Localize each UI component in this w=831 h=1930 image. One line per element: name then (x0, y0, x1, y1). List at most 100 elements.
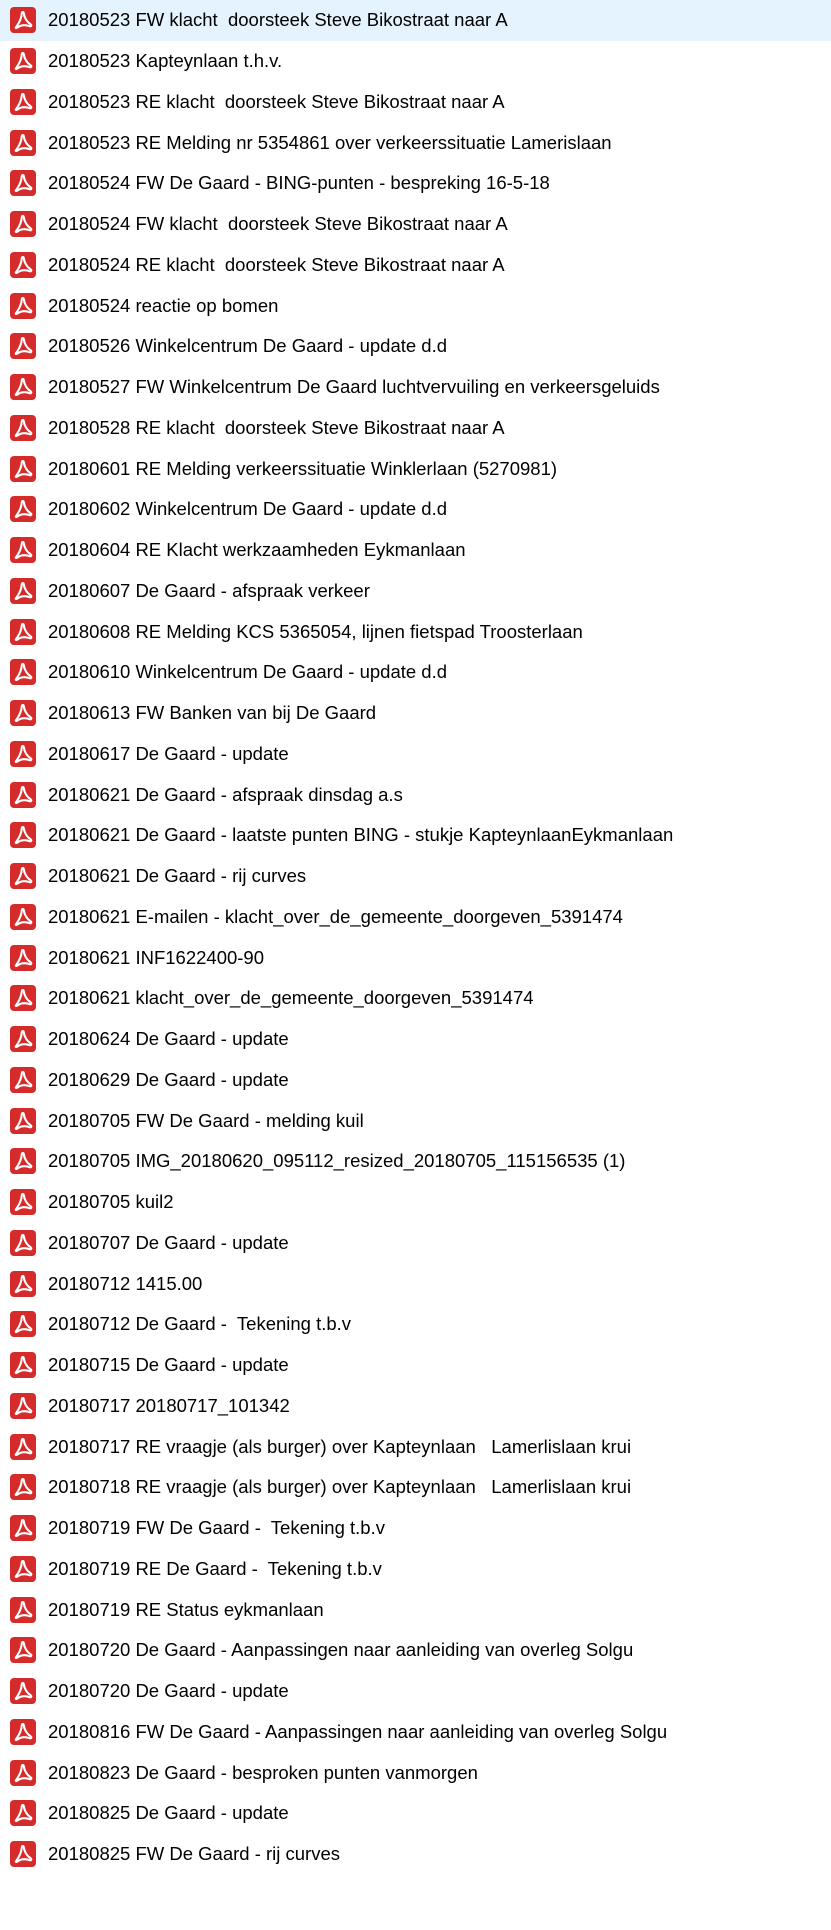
file-list-item[interactable]: 20180621 De Gaard - rij curves (0, 856, 831, 897)
file-list-item[interactable]: 20180528 RE klacht doorsteek Steve Bikos… (0, 408, 831, 449)
file-list-item[interactable]: 20180610 Winkelcentrum De Gaard - update… (0, 652, 831, 693)
pdf-file-icon (10, 129, 36, 156)
file-list-item[interactable]: 20180601 RE Melding verkeerssituatie Win… (0, 448, 831, 489)
file-name: 20180712 De Gaard - Tekening t.b.v (48, 1313, 352, 1335)
pdf-file-icon (10, 1474, 36, 1501)
pdf-file-icon (10, 333, 36, 360)
file-list-item[interactable]: 20180526 Winkelcentrum De Gaard - update… (0, 326, 831, 367)
file-name: 20180705 kuil2 (48, 1190, 174, 1212)
file-list-item[interactable]: 20180524 reactie op bomen (0, 285, 831, 326)
pdf-file-icon (10, 1189, 36, 1216)
file-list-item[interactable]: 20180523 Kapteynlaan t.h.v. (0, 41, 831, 82)
file-list-item[interactable]: 20180527 FW Winkelcentrum De Gaard lucht… (0, 367, 831, 408)
file-list-item[interactable]: 20180705 FW De Gaard - melding kuil (0, 1100, 831, 1141)
file-list-item[interactable]: 20180719 RE Status eykmanlaan (0, 1589, 831, 1630)
pdf-file-icon (10, 537, 36, 564)
file-name: 20180607 De Gaard - afspraak verkeer (48, 579, 370, 601)
file-name: 20180629 De Gaard - update (48, 1068, 289, 1090)
file-list-item[interactable]: 20180712 De Gaard - Tekening t.b.v (0, 1304, 831, 1345)
file-name: 20180602 Winkelcentrum De Gaard - update… (48, 498, 448, 520)
file-list-item[interactable]: 20180720 De Gaard - update (0, 1671, 831, 1712)
pdf-file-icon (10, 1515, 36, 1542)
file-list-item[interactable]: 20180629 De Gaard - update (0, 1060, 831, 1101)
file-list-item[interactable]: 20180825 De Gaard - update (0, 1793, 831, 1834)
file-list-item[interactable]: 20180823 De Gaard - besproken punten van… (0, 1752, 831, 1793)
file-name: 20180523 RE klacht doorsteek Steve Bikos… (48, 90, 505, 112)
pdf-file-icon (10, 414, 36, 441)
file-list-item[interactable]: 20180621 E-mailen - klacht_over_de_gemee… (0, 897, 831, 938)
file-name: 20180719 FW De Gaard - Tekening t.b.v (48, 1516, 385, 1538)
file-name: 20180524 FW klacht doorsteek Steve Bikos… (48, 212, 508, 234)
file-list-item[interactable]: 20180705 IMG_20180620_095112_resized_201… (0, 1141, 831, 1182)
pdf-file-icon (10, 944, 36, 971)
file-list-item[interactable]: 20180523 RE klacht doorsteek Steve Bikos… (0, 82, 831, 123)
pdf-file-icon (10, 1637, 36, 1664)
pdf-file-icon (10, 822, 36, 849)
pdf-file-icon (10, 88, 36, 115)
file-name: 20180601 RE Melding verkeerssituatie Win… (48, 457, 558, 479)
file-list-item[interactable]: 20180816 FW De Gaard - Aanpassingen naar… (0, 1712, 831, 1753)
file-list-item[interactable]: 20180621 De Gaard - laatste punten BING … (0, 815, 831, 856)
file-name: 20180524 FW De Gaard - BING-punten - bes… (48, 172, 550, 194)
pdf-file-icon (10, 251, 36, 278)
file-list-item[interactable]: 20180707 De Gaard - update (0, 1223, 831, 1264)
file-list-item[interactable]: 20180607 De Gaard - afspraak verkeer (0, 571, 831, 612)
file-list-item[interactable]: 20180705 kuil2 (0, 1182, 831, 1223)
pdf-file-icon (10, 1148, 36, 1175)
pdf-file-icon (10, 1433, 36, 1460)
file-list-item[interactable]: 20180825 FW De Gaard - rij curves (0, 1834, 831, 1875)
file-name: 20180610 Winkelcentrum De Gaard - update… (48, 661, 448, 683)
file-list-item[interactable]: 20180718 RE vraagje (als burger) over Ka… (0, 1467, 831, 1508)
pdf-file-icon (10, 1066, 36, 1093)
file-name: 20180719 RE Status eykmanlaan (48, 1598, 324, 1620)
file-list-item[interactable]: 20180602 Winkelcentrum De Gaard - update… (0, 489, 831, 530)
file-list-item[interactable]: 20180524 RE klacht doorsteek Steve Bikos… (0, 245, 831, 286)
file-list-item[interactable]: 20180719 FW De Gaard - Tekening t.b.v (0, 1508, 831, 1549)
file-list-item[interactable]: 20180715 De Gaard - update (0, 1345, 831, 1386)
pdf-file-icon (10, 659, 36, 686)
file-list-item[interactable]: 20180523 FW klacht doorsteek Steve Bikos… (0, 0, 831, 41)
file-list-item[interactable]: 20180717 RE vraagje (als burger) over Ka… (0, 1426, 831, 1467)
pdf-file-icon (10, 374, 36, 401)
file-name: 20180621 INF1622400-90 (48, 946, 265, 968)
pdf-file-icon (10, 1759, 36, 1786)
file-list-item[interactable]: 20180717 20180717_101342 (0, 1386, 831, 1427)
pdf-file-icon (10, 1555, 36, 1582)
file-list-item[interactable]: 20180621 klacht_over_de_gemeente_doorgev… (0, 978, 831, 1019)
file-name: 20180523 RE Melding nr 5354861 over verk… (48, 131, 612, 153)
pdf-file-icon (10, 1229, 36, 1256)
file-list-item[interactable]: 20180617 De Gaard - update (0, 734, 831, 775)
pdf-file-icon (10, 48, 36, 75)
pdf-file-icon (10, 1107, 36, 1134)
file-list-item[interactable]: 20180719 RE De Gaard - Tekening t.b.v (0, 1549, 831, 1590)
file-name: 20180823 De Gaard - besproken punten van… (48, 1761, 478, 1783)
pdf-file-icon (10, 1352, 36, 1379)
pdf-file-icon (10, 1841, 36, 1868)
file-list-item[interactable]: 20180621 De Gaard - afspraak dinsdag a.s (0, 774, 831, 815)
file-list-item[interactable]: 20180712 1415.00 (0, 1263, 831, 1304)
pdf-file-icon (10, 455, 36, 482)
file-list-item[interactable]: 20180524 FW De Gaard - BING-punten - bes… (0, 163, 831, 204)
file-list-item[interactable]: 20180720 De Gaard - Aanpassingen naar aa… (0, 1630, 831, 1671)
file-name: 20180705 FW De Gaard - melding kuil (48, 1109, 364, 1131)
file-name: 20180526 Winkelcentrum De Gaard - update… (48, 335, 448, 357)
file-name: 20180621 De Gaard - afspraak dinsdag a.s (48, 783, 403, 805)
file-name: 20180720 De Gaard - update (48, 1679, 289, 1701)
pdf-file-icon (10, 211, 36, 238)
file-name: 20180712 1415.00 (48, 1272, 203, 1294)
pdf-file-icon (10, 985, 36, 1012)
file-name: 20180613 FW Banken van bij De Gaard (48, 701, 377, 723)
file-list-item[interactable]: 20180613 FW Banken van bij De Gaard (0, 693, 831, 734)
file-list: 20180523 FW klacht doorsteek Steve Bikos… (0, 0, 831, 1875)
file-list-item[interactable]: 20180604 RE Klacht werkzaamheden Eykmanl… (0, 530, 831, 571)
file-list-item[interactable]: 20180621 INF1622400-90 (0, 937, 831, 978)
file-name: 20180528 RE klacht doorsteek Steve Bikos… (48, 416, 505, 438)
file-name: 20180523 Kapteynlaan t.h.v. (48, 49, 283, 71)
file-list-item[interactable]: 20180523 RE Melding nr 5354861 over verk… (0, 122, 831, 163)
file-list-item[interactable]: 20180608 RE Melding KCS 5365054, lijnen … (0, 611, 831, 652)
file-list-item[interactable]: 20180624 De Gaard - update (0, 1019, 831, 1060)
file-name: 20180523 FW klacht doorsteek Steve Bikos… (48, 9, 508, 31)
file-name: 20180624 De Gaard - update (48, 1027, 289, 1049)
file-name: 20180720 De Gaard - Aanpassingen naar aa… (48, 1639, 634, 1661)
file-list-item[interactable]: 20180524 FW klacht doorsteek Steve Bikos… (0, 204, 831, 245)
